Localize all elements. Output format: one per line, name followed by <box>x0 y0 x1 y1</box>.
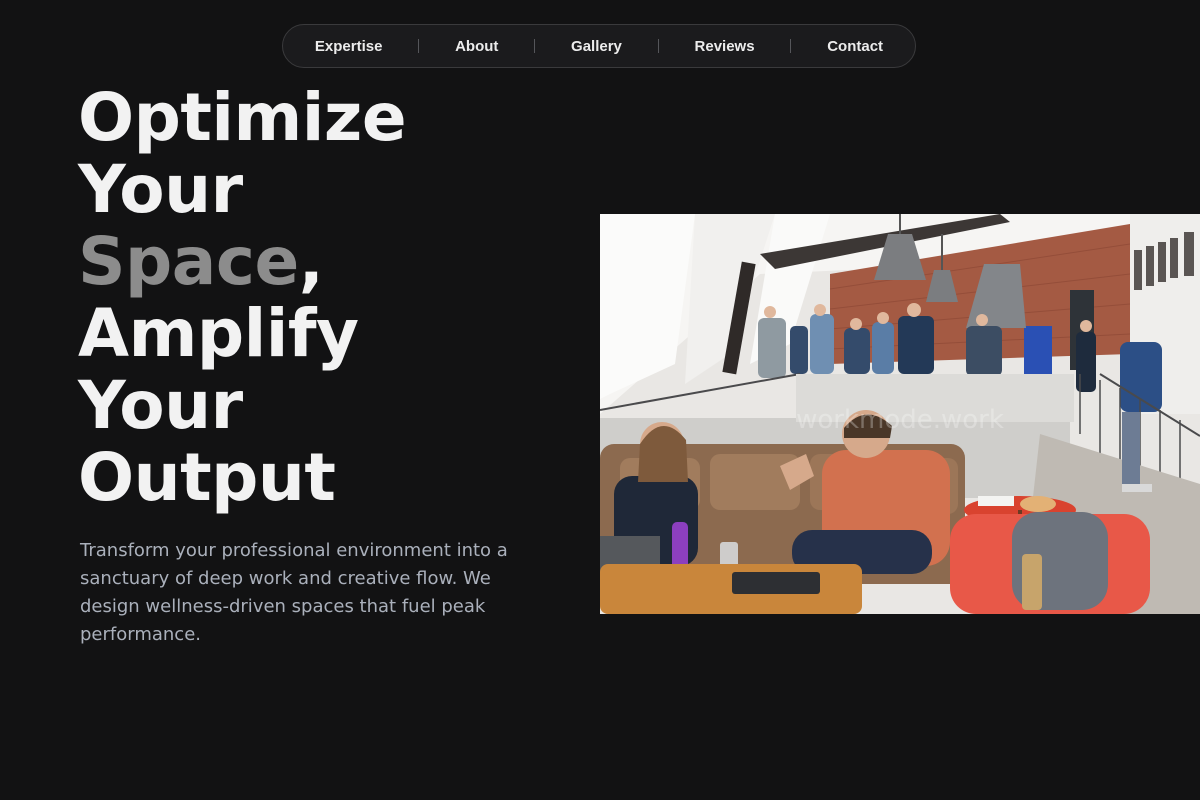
nav-link-gallery[interactable]: Gallery <box>555 38 638 55</box>
nav-link-reviews[interactable]: Reviews <box>679 38 771 55</box>
hero-title: Optimize Your Space, Amplify Your Output <box>78 79 407 516</box>
nav-link-about[interactable]: About <box>439 38 514 55</box>
hero-title-line: Output <box>78 439 336 516</box>
hero-title-comma: , <box>298 223 324 300</box>
nav-link-contact[interactable]: Contact <box>811 38 899 55</box>
nav-divider <box>534 39 536 53</box>
hero-title-line: Your <box>78 367 243 444</box>
hero-photo: workmode.work <box>600 214 1200 614</box>
hero-title-highlight: Space <box>78 223 299 300</box>
hero-title-line: Space, <box>78 226 406 298</box>
nav-divider <box>657 39 659 53</box>
hero-title-line: Your <box>78 151 243 228</box>
top-nav: Expertise About Gallery Reviews Contact <box>282 24 916 68</box>
hero-title-line: Optimize <box>78 79 407 156</box>
hero-subtitle: Transform your professional environment … <box>80 540 508 645</box>
photo-watermark: workmode.work <box>796 405 1004 435</box>
nav-link-expertise[interactable]: Expertise <box>299 38 399 55</box>
hero-title-line: Amplify <box>78 295 359 372</box>
nav-divider <box>418 39 420 53</box>
nav-divider <box>790 39 792 53</box>
